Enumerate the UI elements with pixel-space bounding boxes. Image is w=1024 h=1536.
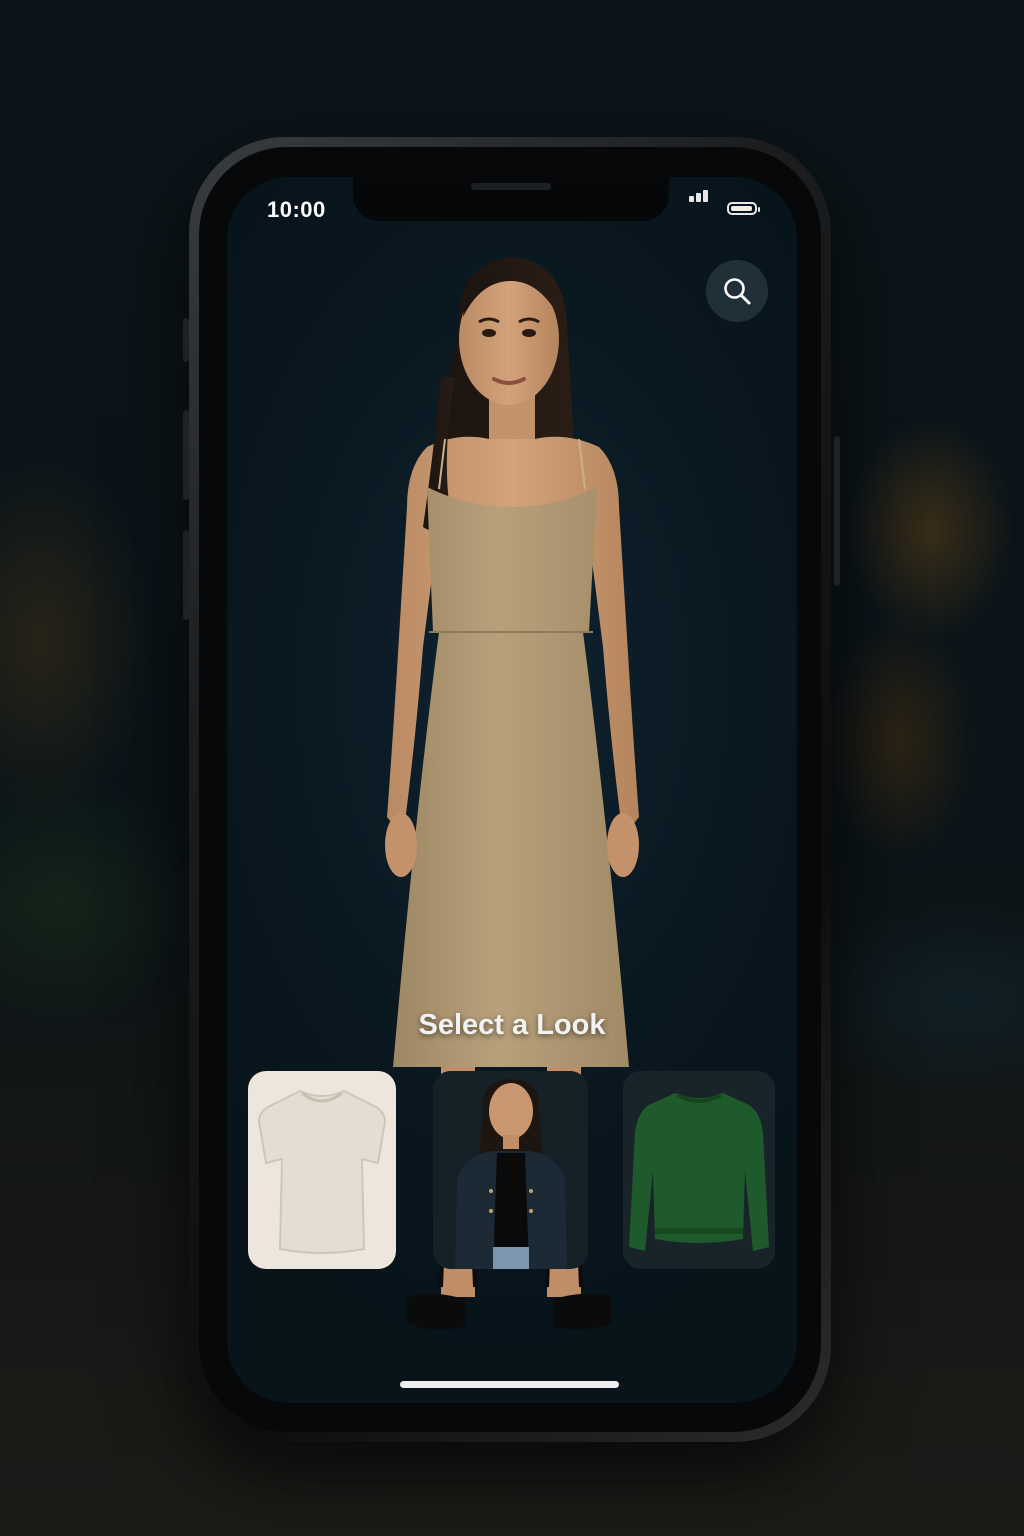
speaker-grille	[471, 183, 551, 190]
look-card-tee[interactable]	[248, 1071, 396, 1269]
battery-icon	[727, 202, 760, 215]
home-indicator[interactable]	[400, 1381, 619, 1388]
right-sandal	[553, 1293, 611, 1330]
status-time: 10:00	[267, 197, 326, 222]
left-sandal	[407, 1293, 465, 1330]
search-button[interactable]	[706, 260, 768, 322]
look-card-jacket[interactable]	[433, 1071, 588, 1269]
power-button	[834, 436, 840, 586]
volume-up-button	[183, 410, 189, 500]
app-screen: 10:00 Select a Look	[227, 177, 797, 1403]
green-sweater-icon	[629, 1093, 769, 1251]
select-look-title: Select a Look	[418, 1009, 606, 1041]
look-card-sweater[interactable]	[623, 1071, 775, 1269]
model-denim-jacket-icon	[433, 1071, 588, 1269]
t-shirt-icon	[258, 1089, 386, 1254]
volume-down-button	[183, 530, 189, 620]
search-icon	[724, 278, 751, 305]
silent-switch	[183, 318, 189, 362]
notch	[353, 177, 669, 221]
